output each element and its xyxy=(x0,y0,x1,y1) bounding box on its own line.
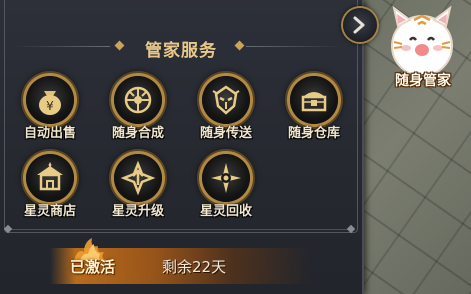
shop-pavilion-icon xyxy=(26,154,74,202)
service-label: 星灵回收 xyxy=(199,204,252,219)
svg-text:¥: ¥ xyxy=(46,99,54,113)
chevron-right-icon xyxy=(353,16,365,34)
service-label: 自动出售 xyxy=(23,126,76,141)
remaining-days-text: 剩余22天 xyxy=(162,258,227,276)
panel-header: 管家服务 xyxy=(0,30,362,64)
recycle-star-icon xyxy=(202,154,250,202)
diamond-ornament-icon xyxy=(234,40,245,51)
service-star-spirit-recycle[interactable]: 星灵回收 xyxy=(182,150,270,220)
service-portable-storage[interactable]: 随身仓库 xyxy=(270,72,358,142)
service-star-spirit-shop[interactable]: 星灵商店 xyxy=(6,150,94,220)
service-grid: ¥ 自动出售 随身合成 随身传送 随身仓库 星灵商店 星灵升级 星灵回收 xyxy=(0,72,362,222)
collapse-panel-button[interactable] xyxy=(343,8,377,42)
service-label: 随身仓库 xyxy=(287,126,340,141)
butler-service-panel: 管家服务 ¥ 自动出售 随身合成 随身传送 随身仓库 星灵商店 星灵升级 星灵回… xyxy=(0,0,364,294)
synthesis-icon xyxy=(114,76,162,124)
service-label: 随身合成 xyxy=(111,126,164,141)
service-label: 随身传送 xyxy=(199,126,252,141)
service-label: 星灵升级 xyxy=(111,204,164,219)
service-auto-sell[interactable]: ¥ 自动出售 xyxy=(6,72,94,142)
header-line-left xyxy=(14,46,110,47)
tiger-mascot-icon[interactable] xyxy=(378,2,466,74)
panel-divider xyxy=(8,229,354,230)
service-label: 星灵商店 xyxy=(23,204,76,219)
diamond-ornament-icon xyxy=(114,40,125,51)
activated-status-text: 已激活 xyxy=(70,258,116,276)
service-star-spirit-upgrade[interactable]: 星灵升级 xyxy=(94,150,182,220)
mascot-label: 随身管家 xyxy=(395,73,451,89)
header-line-right xyxy=(246,46,342,47)
service-portable-teleport[interactable]: 随身传送 xyxy=(182,72,270,142)
service-portable-synthesis[interactable]: 随身合成 xyxy=(94,72,182,142)
panel-title: 管家服务 xyxy=(145,41,217,61)
treasure-chest-icon xyxy=(290,76,338,124)
teleport-mask-icon xyxy=(202,76,250,124)
upgrade-crest-icon xyxy=(114,154,162,202)
money-bag-icon: ¥ xyxy=(26,76,74,124)
